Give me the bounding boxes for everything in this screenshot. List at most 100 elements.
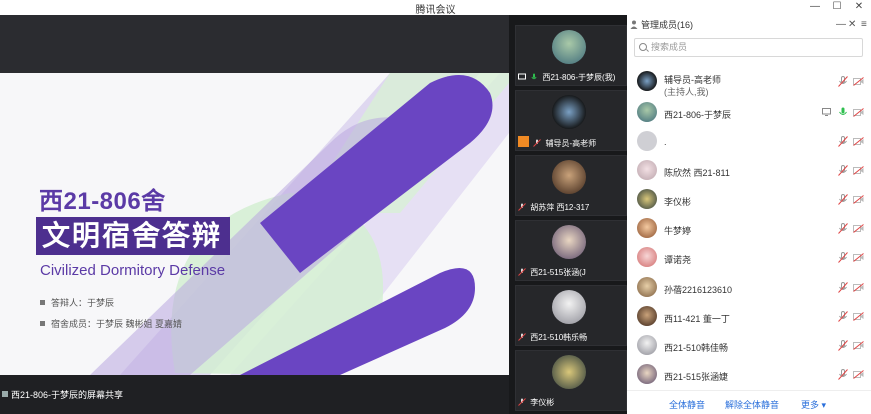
- mute-all-button[interactable]: 全体静音: [669, 398, 705, 411]
- member-row[interactable]: 辅导员-高老师 (主持人,我): [627, 68, 871, 97]
- bullet-text: 答辩人：于梦辰: [51, 298, 115, 308]
- tile-name: 西21-510韩乐畅: [530, 333, 588, 342]
- screen-share-icon: [518, 73, 526, 80]
- video-tile[interactable]: 西21-806-于梦辰(我): [515, 25, 627, 86]
- avatar: [637, 102, 657, 122]
- members-panel-header: 管理成员(16) — ✕ ≡: [627, 15, 871, 35]
- search-icon: [639, 43, 647, 51]
- minimize-panel-button[interactable]: —: [836, 15, 846, 35]
- avatar: [637, 335, 657, 355]
- screen-share-label: 西21-806-于梦辰的屏幕共享: [0, 388, 124, 400]
- avatar: [637, 71, 657, 91]
- screen-share-icon: [822, 108, 831, 116]
- mic-muted-icon: [518, 203, 526, 211]
- member-row[interactable]: .: [627, 128, 871, 156]
- avatar: [637, 160, 657, 180]
- member-name: 西21-510韩佳畅: [664, 343, 729, 353]
- member-row[interactable]: 西21-806-于梦辰: [627, 99, 871, 127]
- camera-off-icon[interactable]: [853, 224, 864, 233]
- member-role: (主持人,我): [664, 87, 709, 97]
- member-row[interactable]: 陈欣然 西21-811: [627, 157, 871, 185]
- camera-off-icon[interactable]: [853, 341, 864, 350]
- tile-name: 胡苏萍 西12-317: [530, 203, 590, 212]
- camera-off-icon[interactable]: [853, 253, 864, 262]
- mic-muted-icon[interactable]: [838, 76, 848, 87]
- maximize-button[interactable]: ☐: [826, 0, 848, 15]
- member-row[interactable]: 西11-421 董一丁: [627, 303, 871, 331]
- unmute-all-button[interactable]: 解除全体静音: [725, 398, 779, 411]
- member-name: 谭诺尧: [664, 255, 692, 265]
- member-row[interactable]: 西21-510韩佳畅: [627, 332, 871, 360]
- mic-muted-icon[interactable]: [838, 311, 848, 322]
- screen-share-owner: 西21-806-于梦辰的屏幕共享: [11, 390, 124, 400]
- tile-name: 李仪彬: [530, 398, 555, 407]
- tile-name: 辅导员-高老师: [545, 139, 597, 148]
- avatar: [637, 247, 657, 267]
- camera-off-icon[interactable]: [853, 166, 864, 175]
- slide-subtitle-en: Civilized Dormitory Defense: [40, 262, 226, 279]
- presentation-slide: 西21-806舍 文明宿舍答辩 Civilized Dormitory Defe…: [0, 73, 509, 375]
- member-row[interactable]: 李仪彬: [627, 186, 871, 214]
- avatar: [552, 160, 586, 194]
- member-row[interactable]: 牛梦婷: [627, 215, 871, 243]
- avatar: [552, 355, 586, 389]
- member-name: 孙蓓2216123610: [664, 285, 733, 295]
- member-row[interactable]: 西21-515张涵婕: [627, 361, 871, 389]
- video-tile[interactable]: 李仪彬: [515, 350, 627, 411]
- slide-title-dorm: 西21-806舍: [39, 188, 166, 215]
- search-placeholder: 搜索成员: [651, 42, 688, 52]
- search-members-input[interactable]: 搜索成员: [634, 38, 863, 57]
- close-panel-button[interactable]: ✕: [848, 15, 856, 35]
- bullet-square: [40, 300, 45, 305]
- slide-bullet-defender: 答辩人：于梦辰: [40, 296, 114, 309]
- more-button[interactable]: 更多 ▾: [801, 398, 826, 411]
- member-name: .: [664, 137, 667, 147]
- mic-icon[interactable]: [838, 107, 848, 118]
- camera-off-icon[interactable]: [853, 108, 864, 117]
- member-name: 西21-515张涵婕: [664, 372, 729, 382]
- mic-muted-icon: [533, 139, 542, 147]
- member-row[interactable]: 孙蓓2216123610: [627, 274, 871, 302]
- bullet-text: 宿舍成员：于梦辰 魏彬姐 夏嘉婧: [51, 319, 183, 329]
- panel-menu-button[interactable]: ≡: [861, 15, 867, 35]
- camera-off-icon[interactable]: [853, 77, 864, 86]
- mic-muted-icon[interactable]: [838, 223, 848, 234]
- tile-label: 西21-806-于梦辰(我): [516, 71, 628, 85]
- mic-muted-icon[interactable]: [838, 340, 848, 351]
- mic-muted-icon[interactable]: [838, 136, 848, 147]
- close-button[interactable]: ✕: [848, 0, 870, 15]
- video-tile[interactable]: 胡苏萍 西12-317: [515, 155, 627, 216]
- mic-muted-icon[interactable]: [838, 165, 848, 176]
- members-panel: 管理成员(16) — ✕ ≡ 搜索成员 辅导员-高老师 (主持人,我) 西21-…: [627, 15, 871, 414]
- tile-name: 西21-806-于梦辰(我): [542, 73, 616, 82]
- shared-screen-stage[interactable]: 西21-806舍 文明宿舍答辩 Civilized Dormitory Defe…: [0, 15, 509, 414]
- member-row[interactable]: 谭诺尧: [627, 244, 871, 272]
- video-tile[interactable]: 西21-510韩乐畅: [515, 285, 627, 346]
- camera-off-icon[interactable]: [853, 370, 864, 379]
- video-tile-strip: 西21-806-于梦辰(我) 辅导员-高老师 胡苏萍 西12-317 西21-5…: [509, 15, 627, 414]
- member-name: 西21-806-于梦辰: [664, 110, 732, 120]
- members-panel-title: 管理成员(16): [641, 20, 694, 30]
- mic-muted-icon: [518, 398, 526, 406]
- slide-bullet-members: 宿舍成员：于梦辰 魏彬姐 夏嘉婧: [40, 317, 182, 330]
- mic-muted-icon: [518, 268, 526, 276]
- tile-label: 西21-510韩乐畅: [516, 331, 628, 345]
- tile-label: 胡苏萍 西12-317: [516, 201, 628, 215]
- tile-label: 李仪彬: [516, 396, 628, 410]
- video-tile[interactable]: 辅导员-高老师: [515, 90, 627, 151]
- mic-muted-icon[interactable]: [838, 194, 848, 205]
- minimize-button[interactable]: —: [804, 0, 826, 15]
- mic-muted-icon[interactable]: [838, 369, 848, 380]
- avatar: [637, 306, 657, 326]
- host-icon: [518, 136, 529, 147]
- camera-off-icon[interactable]: [853, 283, 864, 292]
- camera-off-icon[interactable]: [853, 195, 864, 204]
- mic-muted-icon[interactable]: [838, 252, 848, 263]
- camera-off-icon[interactable]: [853, 137, 864, 146]
- tile-label: 辅导员-高老师: [516, 136, 628, 150]
- avatar: [552, 30, 586, 64]
- video-tile[interactable]: 西21-515张涵(J: [515, 220, 627, 281]
- member-name: 陈欣然 西21-811: [664, 168, 730, 178]
- camera-off-icon[interactable]: [853, 312, 864, 321]
- mic-muted-icon[interactable]: [838, 282, 848, 293]
